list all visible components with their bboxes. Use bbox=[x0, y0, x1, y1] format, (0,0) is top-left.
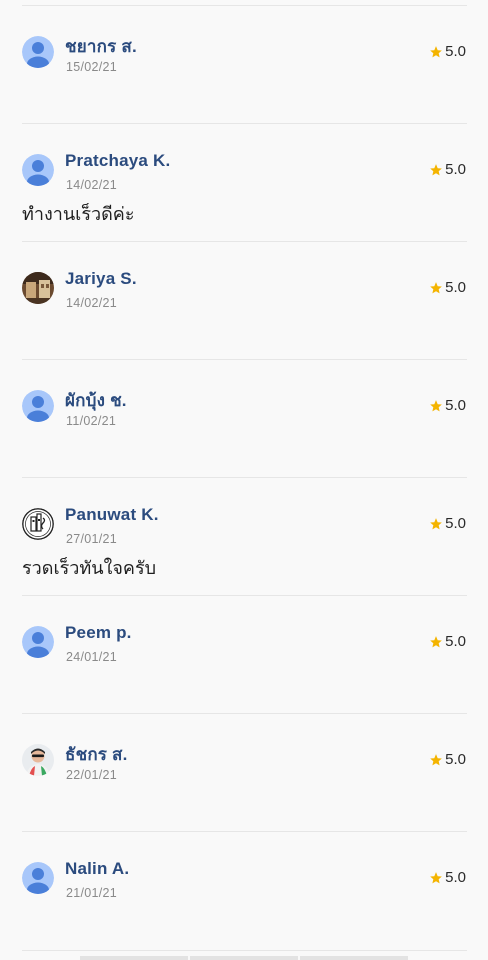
review-comment: รวดเร็วทันใจครับ bbox=[22, 558, 157, 578]
review-item: Pratchaya K. 14/02/21 ทำงานเร็วดีค่ะ 5.0 bbox=[0, 124, 488, 242]
default-user-icon bbox=[22, 862, 54, 894]
default-user-icon bbox=[22, 626, 54, 658]
reviewer-name: Pratchaya K. bbox=[65, 151, 171, 170]
rating: 5.0 bbox=[429, 161, 466, 178]
star-icon bbox=[429, 281, 443, 295]
star-icon bbox=[429, 871, 443, 885]
review-date: 14/02/21 bbox=[66, 296, 118, 310]
rating: 5.0 bbox=[429, 751, 466, 768]
review-item: Nalin A. 21/01/21 5.0 bbox=[0, 832, 488, 950]
default-user-icon bbox=[22, 154, 54, 186]
rating-value: 5.0 bbox=[445, 43, 466, 60]
review-date: 22/01/21 bbox=[66, 768, 118, 782]
review-date: 11/02/21 bbox=[66, 414, 117, 428]
reviewer-name: Peem p. bbox=[65, 623, 132, 642]
rating: 5.0 bbox=[429, 515, 466, 532]
review-date: 21/01/21 bbox=[66, 886, 118, 900]
reviews-page: ชยากร ส. 15/02/21 5.0 Pratchaya K. 14/02… bbox=[0, 0, 488, 960]
star-icon bbox=[429, 45, 443, 59]
rating-value: 5.0 bbox=[445, 515, 466, 532]
bottom-scroll-indicator bbox=[80, 956, 408, 960]
review-item: Panuwat K. 27/01/21 รวดเร็วทันใจครับ 5.0 bbox=[0, 478, 488, 596]
rating: 5.0 bbox=[429, 633, 466, 650]
default-user-icon bbox=[22, 36, 54, 68]
rating: 5.0 bbox=[429, 279, 466, 296]
reviewer-name: Jariya S. bbox=[65, 269, 137, 288]
logo-avatar bbox=[22, 508, 54, 540]
rating-value: 5.0 bbox=[445, 869, 466, 886]
review-date: 27/01/21 bbox=[66, 532, 118, 546]
reviewer-name: Panuwat K. bbox=[65, 505, 159, 524]
rating-value: 5.0 bbox=[445, 161, 466, 178]
star-icon bbox=[429, 399, 443, 413]
default-user-icon bbox=[22, 390, 54, 422]
photo-avatar bbox=[22, 272, 54, 304]
rating: 5.0 bbox=[429, 397, 466, 414]
rating: 5.0 bbox=[429, 869, 466, 886]
rating-value: 5.0 bbox=[445, 633, 466, 650]
star-icon bbox=[429, 635, 443, 649]
reviewer-name: Nalin A. bbox=[65, 859, 130, 878]
review-item: ผักบุ้ง ช. 11/02/21 5.0 bbox=[0, 360, 488, 478]
review-item: Peem p. 24/01/21 5.0 bbox=[0, 596, 488, 714]
reviewer-name: ธัชกร ส. bbox=[65, 745, 128, 764]
star-icon bbox=[429, 517, 443, 531]
review-date: 15/02/21 bbox=[66, 60, 118, 74]
review-comment: ทำงานเร็วดีค่ะ bbox=[22, 204, 135, 224]
review-date: 24/01/21 bbox=[66, 650, 118, 664]
rating-value: 5.0 bbox=[445, 279, 466, 296]
review-item: ธัชกร ส. 22/01/21 5.0 bbox=[0, 714, 488, 832]
reviewer-name: ชยากร ส. bbox=[65, 37, 137, 56]
star-icon bbox=[429, 163, 443, 177]
rating-value: 5.0 bbox=[445, 751, 466, 768]
star-icon bbox=[429, 753, 443, 767]
review-item: Jariya S. 14/02/21 5.0 bbox=[0, 242, 488, 360]
divider bbox=[22, 950, 467, 951]
photo-avatar bbox=[22, 744, 54, 776]
review-item: ชยากร ส. 15/02/21 5.0 bbox=[0, 6, 488, 124]
review-date: 14/02/21 bbox=[66, 178, 118, 192]
rating-value: 5.0 bbox=[445, 397, 466, 414]
reviewer-name: ผักบุ้ง ช. bbox=[65, 391, 127, 410]
rating: 5.0 bbox=[429, 43, 466, 60]
